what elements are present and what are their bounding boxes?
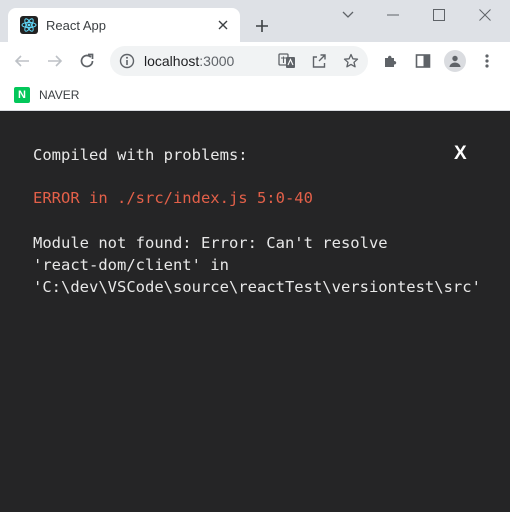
profile-person-icon [444, 50, 466, 72]
maximize-icon[interactable] [424, 4, 454, 26]
profile-avatar[interactable] [443, 49, 467, 73]
overlay-close-button[interactable]: X [454, 143, 467, 165]
tab-title: React App [46, 17, 106, 33]
side-panel-icon[interactable] [411, 49, 435, 73]
overlay-title: Compiled with problems: [33, 146, 248, 164]
reload-icon[interactable] [75, 49, 99, 73]
error-overlay: Compiled with problems: X ERROR in ./src… [0, 112, 510, 512]
address-bar[interactable]: localhost:3000 [110, 46, 368, 76]
naver-logo-icon: N [14, 87, 30, 103]
url-text: localhost:3000 [144, 53, 235, 69]
error-header: ERROR in ./src/index.js 5:0-40 [33, 189, 313, 207]
share-icon[interactable] [310, 52, 328, 70]
bookmark-star-icon[interactable] [342, 52, 360, 70]
bookmark-label: NAVER [39, 88, 80, 102]
window-close-icon[interactable] [470, 4, 500, 26]
tab-strip: React App [0, 0, 510, 42]
tab-search-chevron-icon[interactable] [333, 4, 363, 26]
back-arrow-icon[interactable] [10, 49, 34, 73]
error-message-line: Module not found: Error: Can't resolve [33, 234, 388, 252]
bookmarks-bar: N NAVER [0, 80, 510, 111]
tab-react-app[interactable]: React App [8, 8, 240, 42]
more-menu-icon[interactable] [475, 49, 499, 73]
error-message-line: 'C:\dev\VSCode\source\reactTest\versiont… [33, 278, 481, 296]
react-favicon-icon [20, 16, 38, 34]
error-message-line: 'react-dom/client' in [33, 256, 229, 274]
forward-arrow-icon[interactable] [43, 49, 67, 73]
new-tab-icon[interactable] [250, 14, 274, 38]
translate-icon[interactable] [278, 52, 296, 70]
extensions-puzzle-icon[interactable] [379, 49, 403, 73]
error-message: Module not found: Error: Can't resolve 'r… [33, 232, 481, 298]
tab-close-icon[interactable] [214, 16, 232, 34]
site-info-icon[interactable] [118, 52, 136, 70]
browser-toolbar: localhost:3000 [0, 42, 510, 80]
minimize-icon[interactable] [378, 4, 408, 26]
bookmark-naver[interactable]: N NAVER [14, 85, 79, 105]
